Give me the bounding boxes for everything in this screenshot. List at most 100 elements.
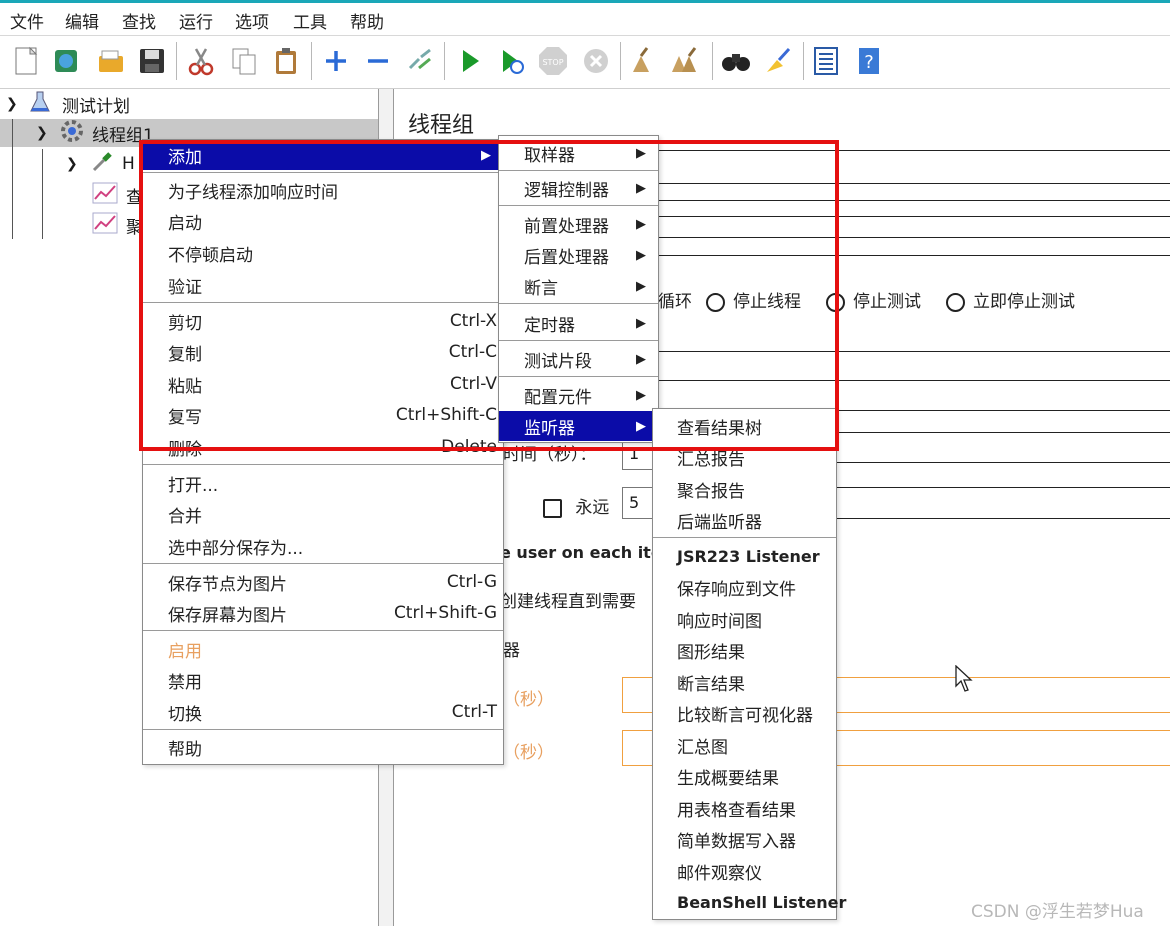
menu-search[interactable]: 查找	[122, 8, 156, 33]
menu-item-disable[interactable]: 禁用	[143, 665, 503, 695]
loop-count-input[interactable]: 5	[622, 487, 654, 519]
tree-guide-line	[12, 119, 13, 239]
menu-item-save-screen-image[interactable]: 保存屏幕为图片 Ctrl+Shift-G	[143, 598, 503, 628]
menu-separator	[143, 563, 503, 564]
graph-icon	[92, 212, 126, 239]
toolbar-separator	[311, 42, 312, 80]
pipette-icon	[90, 150, 122, 179]
listener-compare-assertion-visualizer[interactable]: 比较断言可视化器	[653, 698, 836, 728]
chevron-down-icon[interactable]: ❯	[36, 125, 60, 141]
startup-delay-label: （秒）	[503, 743, 554, 763]
listener-simple-data-writer[interactable]: 简单数据写入器	[653, 824, 836, 854]
menu-separator	[143, 464, 503, 465]
tree-node-label: 测试计划	[62, 96, 130, 117]
open-icon[interactable]	[95, 45, 127, 77]
paste-icon[interactable]	[270, 45, 302, 77]
menu-options[interactable]: 选项	[235, 8, 269, 33]
listener-graph-results[interactable]: 图形结果	[653, 635, 836, 665]
gear-icon	[60, 119, 92, 148]
toolbar-separator	[712, 42, 713, 80]
menu-item-help[interactable]: 帮助	[143, 732, 503, 762]
toolbar-separator	[176, 42, 177, 80]
chevron-down-icon[interactable]: ❯	[6, 96, 28, 112]
menu-help[interactable]: 帮助	[350, 8, 384, 33]
listener-mailer-visualizer[interactable]: 邮件观察仪	[653, 856, 836, 886]
listener-beanshell[interactable]: BeanShell Listener	[653, 887, 846, 917]
toolbar-separator	[620, 42, 621, 80]
toolbar-separator	[803, 42, 804, 80]
field-line	[835, 518, 1170, 519]
listener-view-results-table[interactable]: 用表格查看结果	[653, 793, 836, 823]
menu-separator	[143, 630, 503, 631]
graph-icon	[92, 182, 126, 209]
menu-bar: 文件 编辑 查找 运行 选项 工具 帮助	[0, 3, 1170, 36]
listener-aggregate-graph[interactable]: 汇总图	[653, 730, 836, 760]
new-icon[interactable]	[10, 45, 42, 77]
copy-icon[interactable]	[228, 45, 260, 77]
svg-text:STOP: STOP	[542, 58, 563, 67]
toggle-icon[interactable]	[404, 45, 436, 77]
mouse-cursor-icon	[955, 664, 975, 697]
start-icon[interactable]	[454, 45, 486, 77]
radio-button[interactable]	[946, 292, 965, 312]
scheduler-label-fragment: 器	[503, 641, 520, 661]
listener-submenu: 查看结果树 汇总报告 聚合报告 后端监听器 JSR223 Listener 保存…	[652, 408, 846, 920]
templates-icon[interactable]	[50, 45, 82, 77]
clear-all-icon[interactable]	[668, 45, 700, 77]
menu-item-save-selection-as[interactable]: 选中部分保存为...	[143, 531, 503, 561]
tree-node-test-plan[interactable]: ❯ 测试计划	[6, 90, 130, 118]
radio-stop-test-now[interactable]: 立即停止测试	[946, 287, 1075, 312]
delay-thread-creation-label[interactable]: 创建线程直到需要	[500, 587, 636, 612]
flask-icon	[28, 90, 62, 119]
function-helper-icon[interactable]	[810, 45, 842, 77]
tree-node-http-sampler[interactable]: ❯ H	[66, 150, 135, 178]
watermark: CSDN @浮生若梦Hua	[971, 902, 1144, 922]
help-icon[interactable]: ?	[853, 45, 885, 77]
save-icon[interactable]	[136, 45, 168, 77]
stop-icon[interactable]: STOP	[537, 45, 569, 77]
listener-generate-summary[interactable]: 生成概要结果	[653, 761, 836, 791]
tree-node-listener-2[interactable]: 聚	[92, 211, 143, 239]
expand-icon[interactable]	[320, 45, 352, 77]
search-icon[interactable]	[720, 45, 752, 77]
toolbar-separator	[444, 42, 445, 80]
menu-run[interactable]: 运行	[179, 8, 213, 33]
start-no-pause-icon[interactable]	[495, 45, 527, 77]
menu-separator	[143, 729, 503, 730]
listener-aggregate-report[interactable]: 聚合报告	[653, 474, 836, 504]
menu-item-open[interactable]: 打开...	[143, 468, 503, 498]
shutdown-icon[interactable]	[580, 45, 612, 77]
listener-backend-listener[interactable]: 后端监听器	[653, 505, 836, 535]
reset-search-icon[interactable]	[762, 45, 794, 77]
listener-save-responses[interactable]: 保存响应到文件	[653, 572, 836, 602]
menu-item-toggle[interactable]: 切换 Ctrl-T	[143, 697, 503, 727]
checkbox[interactable]	[543, 498, 562, 518]
listener-response-time-graph[interactable]: 响应时间图	[653, 604, 836, 634]
menu-item-enable: 启用	[168, 641, 202, 662]
toolbar: STOP ?	[0, 36, 1170, 89]
field-line	[835, 462, 1170, 463]
field-line	[835, 487, 1170, 488]
collapse-icon[interactable]	[362, 45, 394, 77]
menu-item-save-node-image[interactable]: 保存节点为图片 Ctrl-G	[143, 567, 503, 597]
menu-item-merge[interactable]: 合并	[143, 499, 503, 529]
forever-checkbox[interactable]: 永远	[543, 493, 609, 518]
listener-assertion-results[interactable]: 断言结果	[653, 667, 836, 697]
panel-title: 线程组	[408, 113, 475, 138]
svg-text:?: ?	[864, 52, 874, 73]
duration-label: （秒）	[503, 690, 554, 710]
cut-icon[interactable]	[185, 45, 217, 77]
menu-tools[interactable]: 工具	[293, 8, 327, 33]
clear-icon[interactable]	[626, 45, 658, 77]
tree-node-label: H	[122, 154, 135, 174]
field-line	[835, 432, 1170, 433]
chevron-right-icon[interactable]: ❯	[66, 156, 90, 172]
tree-guide-line	[42, 149, 43, 239]
menu-separator	[653, 537, 836, 538]
menu-file[interactable]: 文件	[10, 8, 44, 33]
listener-jsr223[interactable]: JSR223 Listener	[653, 541, 836, 571]
tree-node-listener-1[interactable]: 查	[92, 181, 143, 209]
menu-edit[interactable]: 编辑	[65, 8, 99, 33]
annotation-highlight-box	[139, 140, 839, 451]
radio-stop-test[interactable]: 停止测试	[826, 287, 921, 312]
